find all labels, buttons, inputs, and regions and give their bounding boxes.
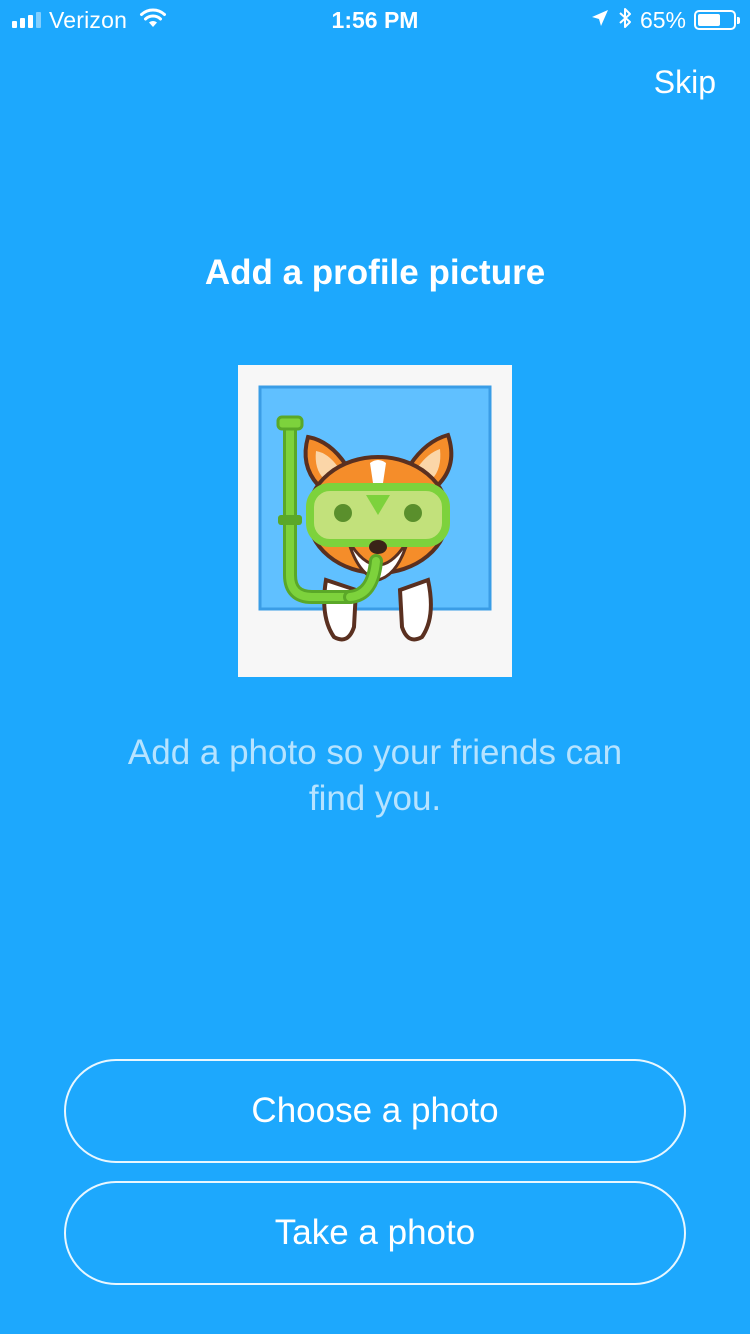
page-title: Add a profile picture (204, 253, 546, 292)
skip-button[interactable]: Skip (654, 60, 716, 104)
battery-icon (694, 10, 740, 30)
take-photo-button[interactable]: Take a photo (64, 1181, 686, 1285)
battery-percent: 65% (639, 6, 686, 33)
corgi-snorkel-illustration (238, 365, 512, 677)
bluetooth-icon (618, 7, 632, 34)
choose-photo-button[interactable]: Choose a photo (64, 1059, 686, 1163)
location-arrow-icon (590, 8, 610, 33)
status-right: 65% (590, 6, 740, 34)
subtitle-text: Add a photo so your friends can find you… (127, 733, 623, 818)
status-bar: Verizon 1:56 PM 65% (0, 0, 750, 40)
